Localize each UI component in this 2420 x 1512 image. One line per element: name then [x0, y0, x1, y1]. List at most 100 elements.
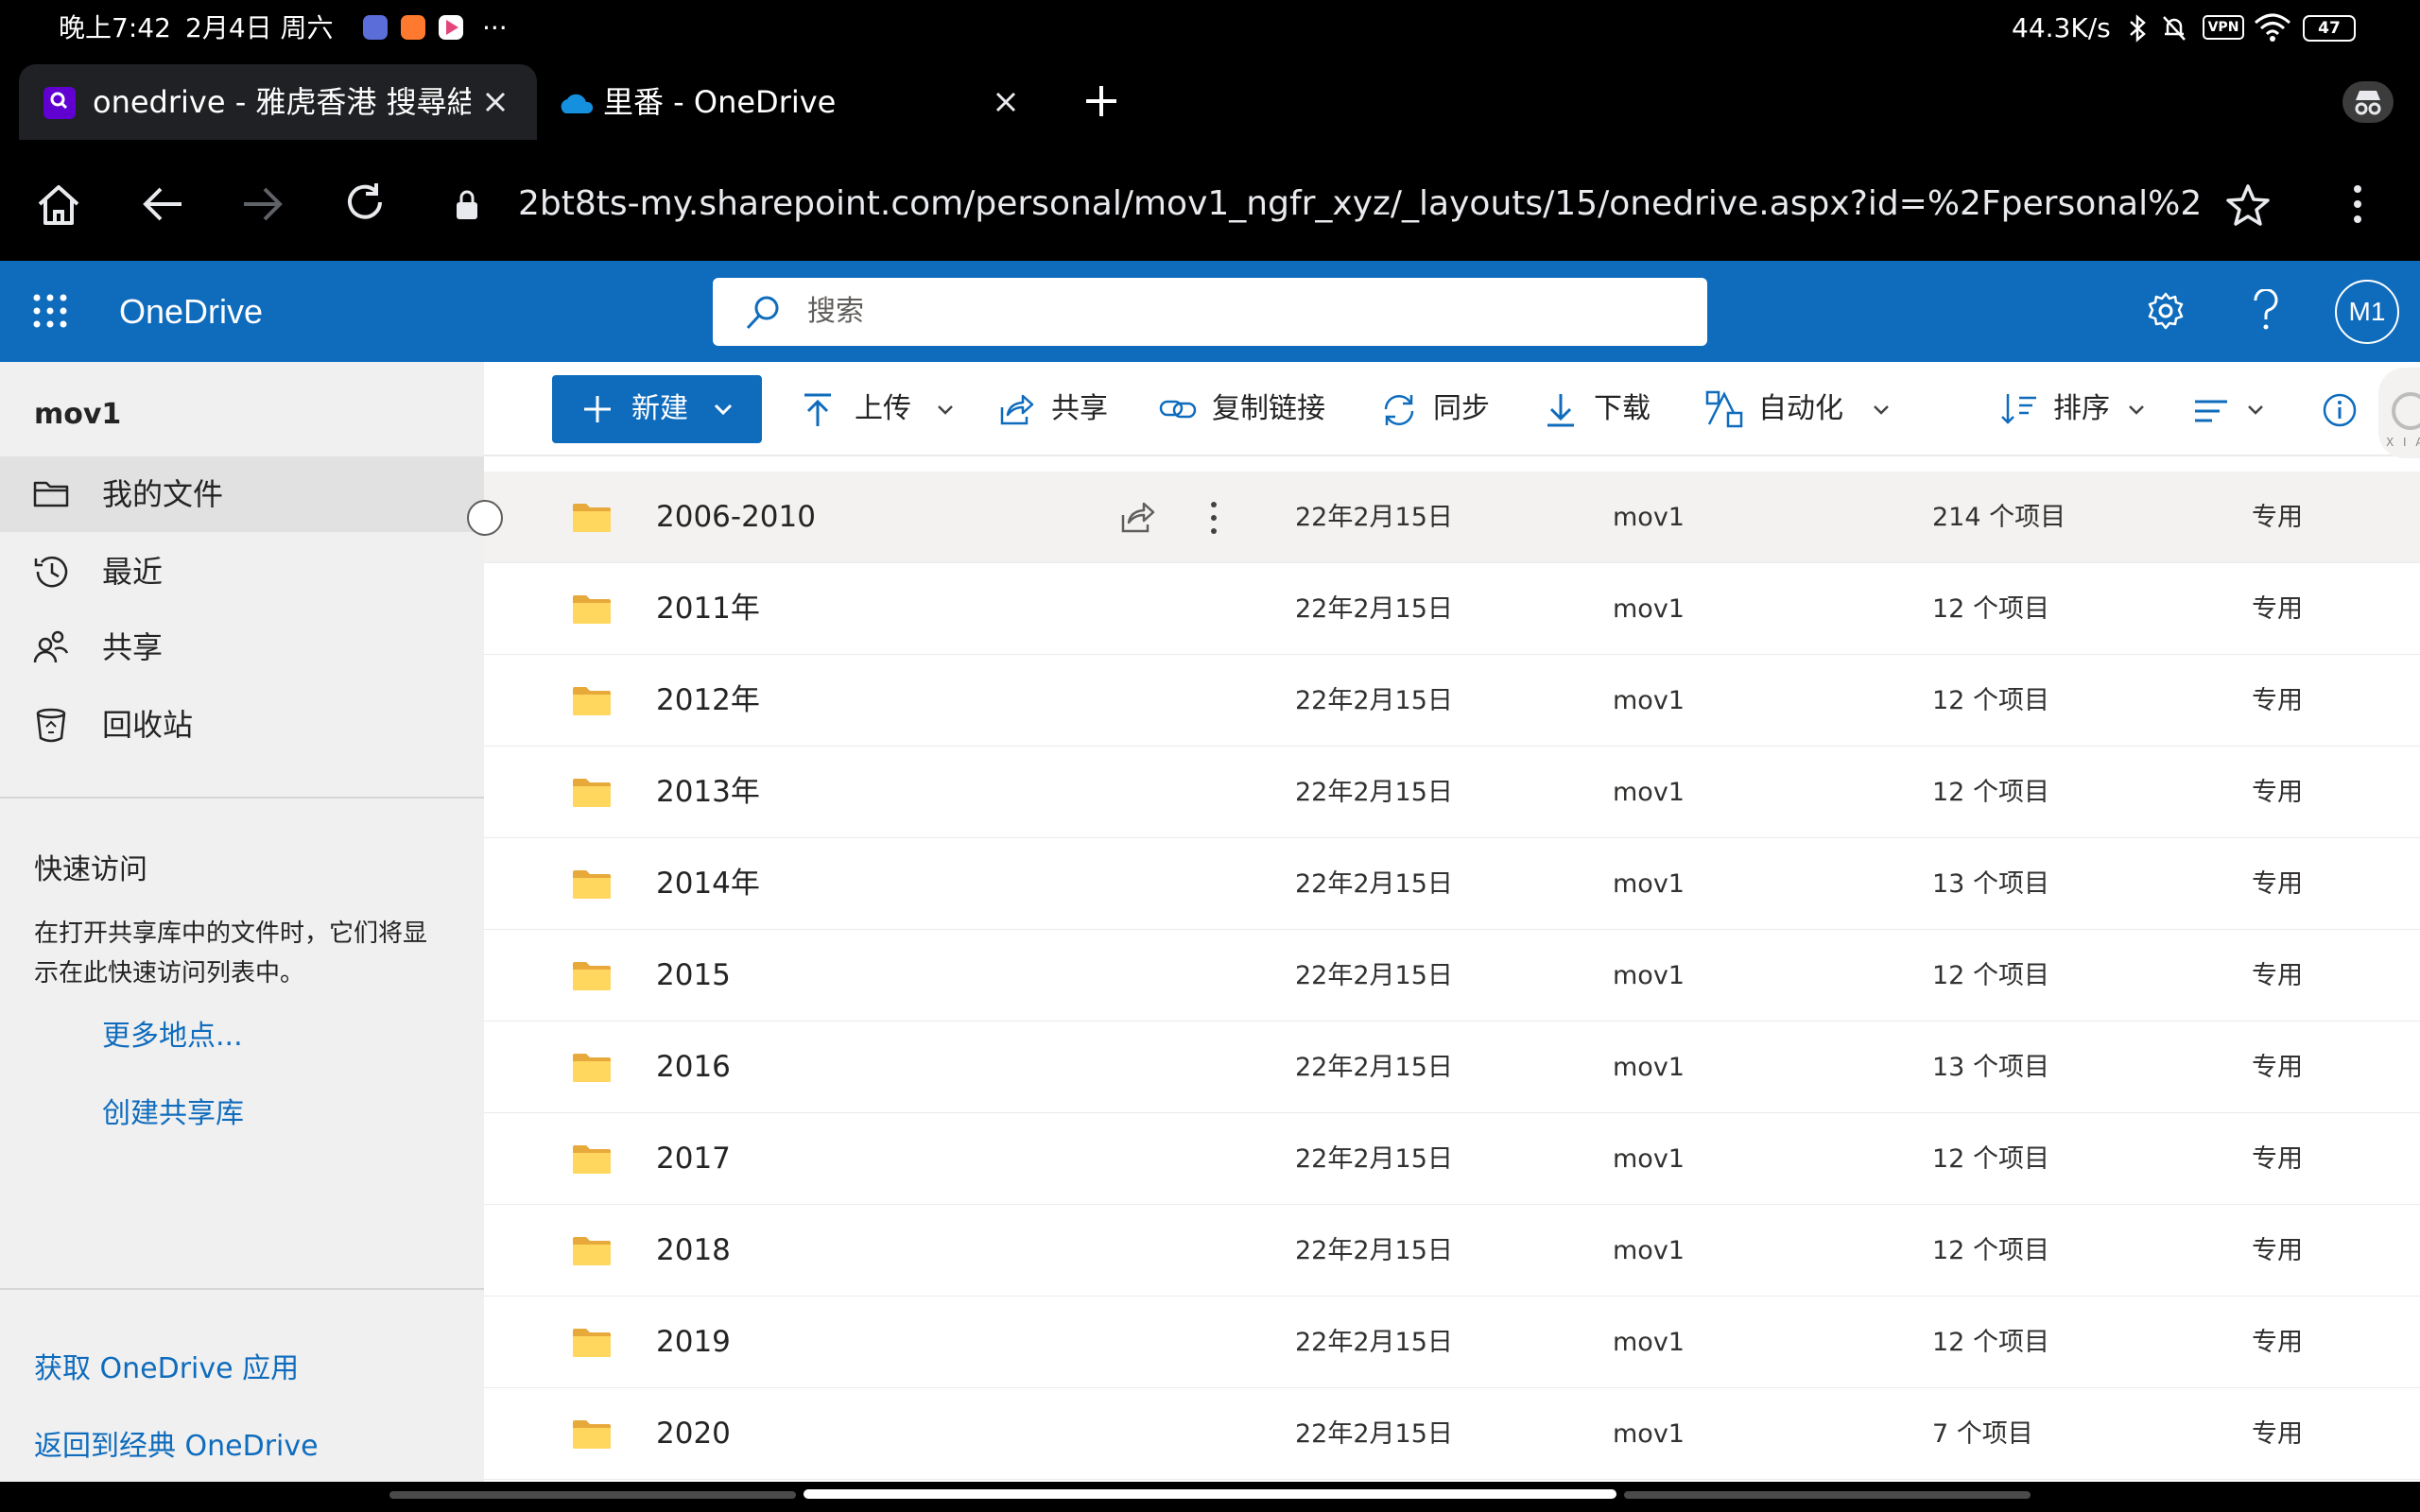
automate-label: 自动化 — [1758, 392, 1843, 425]
file-list-pane: 新建 上传 共享 复制链接 同步 下载 自动化 排序 X I 2006-2010… — [467, 362, 2420, 1482]
view-options-button[interactable] — [2193, 375, 2269, 443]
upload-label: 上传 — [855, 392, 911, 425]
sharing-status: 专用 — [2252, 1328, 2303, 1357]
create-shared-library-link[interactable]: 创建共享库 — [102, 1090, 244, 1131]
app-notification-icon — [401, 15, 425, 40]
table-row[interactable]: 2014年 22年2月15日 mov1 13 个项目 专用 — [484, 838, 2420, 930]
get-onedrive-app-link[interactable]: 获取 OneDrive 应用 — [34, 1345, 299, 1386]
row-select-checkbox[interactable] — [467, 500, 503, 536]
folder-icon — [571, 685, 613, 717]
table-row[interactable]: 2013年 22年2月15日 mov1 12 个项目 专用 — [484, 747, 2420, 838]
automate-icon — [1705, 390, 1743, 428]
nav-item-recent[interactable]: 最近 — [0, 534, 484, 610]
automate-button[interactable]: 自动化 — [1705, 375, 1894, 443]
bookmark-star-icon[interactable] — [2225, 183, 2271, 227]
home-gesture-handle[interactable] — [804, 1489, 1616, 1499]
account-name: mov1 — [34, 398, 122, 431]
table-row[interactable]: 2015 22年2月15日 mov1 12 个项目 专用 — [484, 930, 2420, 1022]
table-row[interactable]: 2012年 22年2月15日 mov1 12 个项目 专用 — [484, 655, 2420, 747]
file-name[interactable]: 2012年 — [656, 655, 760, 747]
lock-icon[interactable] — [454, 189, 480, 221]
file-name[interactable]: 2020 — [656, 1388, 731, 1480]
file-name[interactable]: 2015 — [656, 930, 731, 1022]
brand-title[interactable]: OneDrive — [119, 261, 263, 362]
search-input[interactable]: 搜索 — [713, 278, 1707, 346]
nav-item-shared[interactable]: 共享 — [0, 610, 484, 685]
file-size: 12 个项目 — [1932, 1328, 2049, 1357]
nav-label: 我的文件 — [102, 476, 224, 512]
browser-tab-strip: onedrive - 雅虎香港 搜尋結果 里番 - OneDrive — [0, 57, 2420, 147]
table-row[interactable]: 2016 22年2月15日 mov1 13 个项目 专用 — [484, 1022, 2420, 1113]
app-launcher-icon[interactable] — [32, 293, 68, 329]
modified-date: 22年2月15日 — [1295, 686, 1453, 715]
battery-icon: 47 — [2303, 15, 2356, 42]
info-pane-icon[interactable] — [2322, 392, 2358, 428]
row-more-actions-icon[interactable] — [1208, 500, 1219, 536]
folder-icon — [571, 1143, 613, 1176]
file-name[interactable]: 2017 — [656, 1113, 731, 1205]
chevron-down-icon — [2127, 404, 2146, 417]
download-button[interactable]: 下载 — [1545, 375, 1668, 443]
upload-button[interactable]: 上传 — [802, 375, 968, 443]
nav-item-my-files[interactable]: 我的文件 — [0, 456, 484, 532]
sync-icon — [1380, 392, 1418, 428]
browser-menu-icon[interactable] — [2350, 183, 2365, 225]
account-avatar[interactable]: M1 — [2335, 280, 2399, 344]
home-icon[interactable] — [36, 183, 81, 227]
sharing-status: 专用 — [2252, 961, 2303, 990]
modified-by: mov1 — [1613, 778, 1685, 807]
onedrive-header: OneDrive 搜索 M1 — [0, 261, 2420, 362]
table-row[interactable]: 2019 22年2月15日 mov1 12 个项目 专用 — [484, 1297, 2420, 1388]
nav-item-recycle-bin[interactable]: 回收站 — [0, 687, 484, 763]
table-row[interactable]: 2020 22年2月15日 mov1 7 个项目 专用 — [484, 1388, 2420, 1480]
table-row[interactable]: 2017 22年2月15日 mov1 12 个项目 专用 — [484, 1113, 2420, 1205]
reload-icon[interactable] — [344, 181, 388, 225]
table-row[interactable]: 2018 22年2月15日 mov1 12 个项目 专用 — [484, 1205, 2420, 1297]
settings-gear-icon[interactable] — [2146, 291, 2186, 331]
nav-label: 最近 — [102, 554, 164, 590]
file-name[interactable]: 2016 — [656, 1022, 731, 1113]
new-button-label: 新建 — [631, 392, 688, 425]
sharing-status: 专用 — [2252, 869, 2303, 899]
nav-divider — [0, 1288, 484, 1290]
file-size: 13 个项目 — [1932, 869, 2049, 899]
tab-onedrive[interactable]: 里番 - OneDrive — [548, 64, 1049, 140]
file-name[interactable]: 2018 — [656, 1205, 731, 1297]
file-name[interactable]: 2006-2010 — [656, 472, 816, 563]
history-icon — [32, 553, 70, 591]
close-tab-icon[interactable] — [993, 89, 1019, 115]
help-icon[interactable] — [2250, 289, 2282, 333]
tab-yahoo-search[interactable]: onedrive - 雅虎香港 搜尋結果 — [19, 64, 537, 140]
plus-icon — [582, 394, 613, 424]
table-row[interactable]: 2006-2010 22年2月15日 mov1 214 个项目 专用 — [467, 472, 2420, 563]
modified-date: 22年2月15日 — [1295, 503, 1453, 532]
file-name[interactable]: 2011年 — [656, 563, 760, 655]
file-name[interactable]: 2019 — [656, 1297, 731, 1388]
share-button[interactable]: 共享 — [998, 375, 1121, 443]
sync-button[interactable]: 同步 — [1380, 375, 1503, 443]
incognito-icon[interactable] — [2342, 81, 2394, 123]
side-floating-widget[interactable]: X I A — [2378, 368, 2420, 458]
new-button[interactable]: 新建 — [552, 375, 762, 443]
status-more: ··· — [482, 12, 508, 43]
bluetooth-icon — [2125, 13, 2150, 43]
sort-button[interactable]: 排序 — [2000, 375, 2152, 443]
file-size: 12 个项目 — [1932, 1144, 2049, 1174]
row-share-icon[interactable] — [1119, 500, 1155, 534]
chevron-down-icon — [936, 404, 955, 417]
new-tab-icon[interactable] — [1083, 83, 1119, 119]
modified-date: 22年2月15日 — [1295, 1236, 1453, 1265]
list-view-icon — [2193, 398, 2229, 424]
more-places-link[interactable]: 更多地点... — [102, 1012, 243, 1054]
url-field[interactable]: 2bt8ts-my.sharepoint.com/personal/mov1_n… — [518, 147, 2201, 261]
file-name[interactable]: 2014年 — [656, 838, 760, 930]
file-size: 12 个项目 — [1932, 594, 2049, 624]
upload-icon — [802, 392, 834, 428]
classic-onedrive-link[interactable]: 返回到经典 OneDrive — [34, 1422, 319, 1464]
copy-link-button[interactable]: 复制链接 — [1159, 375, 1357, 443]
back-icon[interactable] — [142, 185, 183, 223]
sort-label: 排序 — [2053, 392, 2110, 425]
close-tab-icon[interactable] — [482, 89, 509, 115]
file-name[interactable]: 2013年 — [656, 747, 760, 838]
table-row[interactable]: 2011年 22年2月15日 mov1 12 个项目 专用 — [484, 563, 2420, 655]
